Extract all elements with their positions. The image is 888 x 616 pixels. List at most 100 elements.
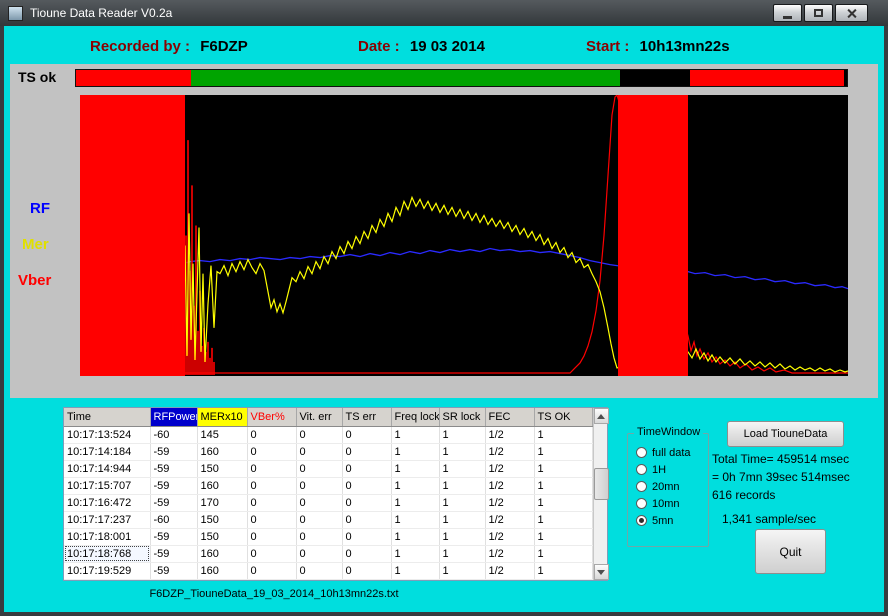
table-cell[interactable]: 150 — [197, 528, 247, 545]
table-cell[interactable]: 1/2 — [485, 528, 534, 545]
table-cell[interactable]: 0 — [296, 477, 342, 494]
table-cell[interactable]: 1 — [439, 494, 485, 511]
table-cell[interactable]: 1 — [534, 494, 592, 511]
table-cell[interactable]: 1/2 — [485, 545, 534, 562]
table-cell[interactable]: 0 — [296, 494, 342, 511]
table-cell[interactable]: 1 — [534, 460, 592, 477]
table-cell[interactable]: 1 — [534, 443, 592, 460]
table-cell[interactable]: 0 — [296, 545, 342, 562]
maximize-button[interactable] — [804, 4, 833, 22]
table-cell[interactable]: 0 — [247, 477, 296, 494]
column-header-vber-[interactable]: VBer% — [247, 408, 296, 426]
radio-option-full-data[interactable]: full data — [636, 444, 691, 461]
table-cell[interactable]: 1 — [439, 426, 485, 443]
table-cell[interactable]: 0 — [247, 460, 296, 477]
table-cell[interactable]: -59 — [150, 528, 197, 545]
table-cell[interactable]: 0 — [247, 562, 296, 579]
table-cell[interactable]: -59 — [150, 443, 197, 460]
table-cell[interactable]: 0 — [342, 528, 391, 545]
table-cell[interactable]: 1 — [439, 477, 485, 494]
table-cell[interactable]: 160 — [197, 545, 247, 562]
scroll-up-button[interactable] — [594, 408, 609, 424]
table-cell[interactable]: 1 — [391, 426, 439, 443]
table-cell[interactable]: 10:17:18:768 — [64, 545, 150, 562]
table-row[interactable]: 10:17:13:524-60145000111/21 — [64, 426, 592, 443]
table-cell[interactable]: 0 — [342, 511, 391, 528]
table-cell[interactable]: 1 — [534, 511, 592, 528]
table-cell[interactable]: 1 — [534, 426, 592, 443]
table-cell[interactable]: -59 — [150, 562, 197, 579]
table-row[interactable]: 10:17:17:237-60150000111/21 — [64, 511, 592, 528]
scrollbar-thumb[interactable] — [594, 468, 609, 500]
table-cell[interactable]: 0 — [296, 562, 342, 579]
table-cell[interactable]: 1 — [391, 511, 439, 528]
radio-button-icon[interactable] — [636, 498, 647, 509]
table-cell[interactable]: 1 — [391, 494, 439, 511]
radio-option-20mn[interactable]: 20mn — [636, 478, 691, 495]
table-cell[interactable]: 150 — [197, 460, 247, 477]
scroll-down-button[interactable] — [594, 564, 609, 580]
table-cell[interactable]: 1 — [534, 528, 592, 545]
table-scrollbar[interactable] — [593, 408, 608, 580]
table-cell[interactable]: 0 — [247, 443, 296, 460]
column-header-fec[interactable]: FEC — [485, 408, 534, 426]
table-row[interactable]: 10:17:18:768-59160000111/21 — [64, 545, 592, 562]
radio-option-1H[interactable]: 1H — [636, 461, 691, 478]
table-cell[interactable]: 0 — [342, 426, 391, 443]
table-cell[interactable]: 1 — [439, 511, 485, 528]
table-row[interactable]: 10:17:16:472-59170000111/21 — [64, 494, 592, 511]
table-cell[interactable]: 10:17:14:944 — [64, 460, 150, 477]
table-cell[interactable]: 160 — [197, 443, 247, 460]
table-cell[interactable]: 0 — [342, 494, 391, 511]
column-header-ts-err[interactable]: TS err — [342, 408, 391, 426]
title-bar[interactable]: Tioune Data Reader V0.2a — [0, 0, 888, 26]
table-cell[interactable]: 1/2 — [485, 562, 534, 579]
radio-button-icon[interactable] — [636, 515, 647, 526]
table-cell[interactable]: -59 — [150, 460, 197, 477]
table-cell[interactable]: -60 — [150, 426, 197, 443]
table-cell[interactable]: 160 — [197, 477, 247, 494]
table-cell[interactable]: 10:17:16:472 — [64, 494, 150, 511]
table-cell[interactable]: 0 — [247, 494, 296, 511]
table-row[interactable]: 10:17:14:944-59150000111/21 — [64, 460, 592, 477]
load-tioune-data-button[interactable]: Load TiouneData — [727, 421, 844, 447]
table-cell[interactable]: 0 — [296, 460, 342, 477]
table-cell[interactable]: 1 — [439, 545, 485, 562]
table-cell[interactable]: 145 — [197, 426, 247, 443]
table-cell[interactable]: 160 — [197, 562, 247, 579]
radio-button-icon[interactable] — [636, 464, 647, 475]
table-cell[interactable]: 0 — [296, 426, 342, 443]
table-cell[interactable]: 1 — [439, 562, 485, 579]
minimize-button[interactable] — [773, 4, 802, 22]
table-cell[interactable]: -59 — [150, 545, 197, 562]
table-cell[interactable]: 0 — [296, 528, 342, 545]
table-cell[interactable]: 0 — [342, 443, 391, 460]
table-cell[interactable]: 1 — [391, 460, 439, 477]
table-cell[interactable]: -59 — [150, 477, 197, 494]
table-cell[interactable]: 10:17:17:237 — [64, 511, 150, 528]
table-cell[interactable]: -60 — [150, 511, 197, 528]
radio-button-icon[interactable] — [636, 447, 647, 458]
table-cell[interactable]: 1 — [534, 562, 592, 579]
table-cell[interactable]: 0 — [342, 562, 391, 579]
table-row[interactable]: 10:17:18:001-59150000111/21 — [64, 528, 592, 545]
table-cell[interactable]: 0 — [247, 545, 296, 562]
table-cell[interactable]: 0 — [342, 460, 391, 477]
column-header-time[interactable]: Time — [64, 408, 150, 426]
table-cell[interactable]: 1/2 — [485, 477, 534, 494]
radio-option-10mn[interactable]: 10mn — [636, 495, 691, 512]
column-header-rfpower[interactable]: RFPower — [150, 408, 197, 426]
table-cell[interactable]: 1/2 — [485, 443, 534, 460]
table-cell[interactable]: 10:17:19:529 — [64, 562, 150, 579]
table-cell[interactable]: 1 — [391, 477, 439, 494]
table-row[interactable]: 10:17:14:184-59160000111/21 — [64, 443, 592, 460]
table-cell[interactable]: 10:17:18:001 — [64, 528, 150, 545]
table-cell[interactable]: 1 — [391, 562, 439, 579]
table-cell[interactable]: 1/2 — [485, 460, 534, 477]
table-cell[interactable]: 0 — [247, 528, 296, 545]
table-cell[interactable]: 0 — [296, 511, 342, 528]
column-header-sr-lock[interactable]: SR lock — [439, 408, 485, 426]
table-cell[interactable]: 1 — [439, 443, 485, 460]
column-header-freq-lock[interactable]: Freq lock — [391, 408, 439, 426]
table-cell[interactable]: 1 — [391, 545, 439, 562]
